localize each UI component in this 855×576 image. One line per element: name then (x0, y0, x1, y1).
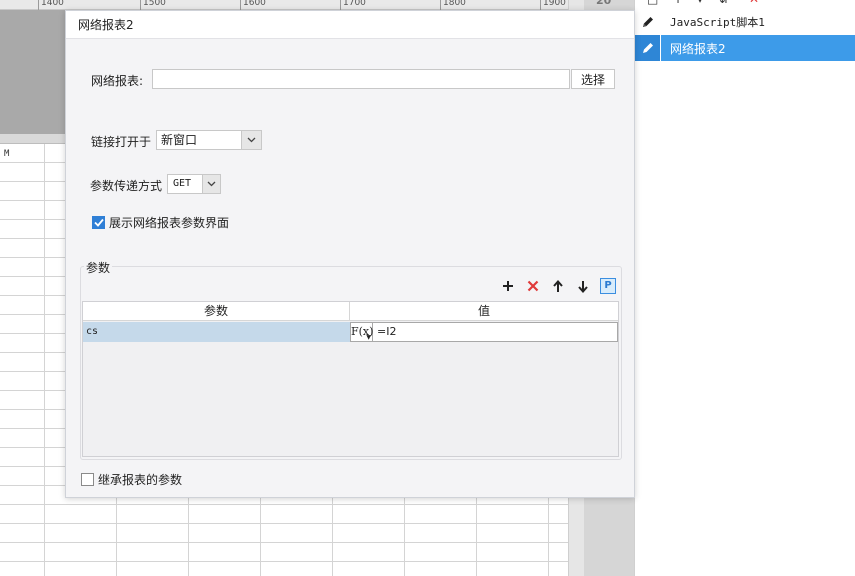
inherit-params-checkbox[interactable] (81, 473, 94, 486)
select-button[interactable]: 选择 (571, 69, 615, 89)
ruler-tick (540, 0, 541, 10)
open-in-select[interactable]: 新窗口 (156, 130, 262, 150)
move-down-icon[interactable] (575, 278, 591, 294)
delete-icon[interactable] (525, 278, 541, 294)
formula-button[interactable]: F(x) ▼ (350, 322, 373, 342)
param-name-cell[interactable]: cs (83, 322, 350, 342)
ruler-label: 1800 (443, 0, 466, 8)
method-label: 参数传递方式 (90, 179, 163, 193)
table-header-row: 参数 值 (83, 302, 618, 321)
add-icon[interactable]: + (673, 0, 683, 6)
chevron-down-icon (241, 131, 261, 149)
horizontal-ruler: 1400 1500 1600 1700 1800 1900 (0, 0, 568, 10)
add-icon[interactable] (500, 278, 516, 294)
open-in-value: 新窗口 (161, 133, 198, 147)
ruler-tick (240, 0, 241, 10)
report-path-input[interactable] (152, 69, 570, 89)
ruler-label: 1400 (41, 0, 64, 8)
pencil-icon (635, 35, 661, 61)
ruler-label: 1900 (543, 0, 566, 8)
list-item-javascript[interactable]: JavaScript脚本1 (635, 9, 855, 35)
column-m-label: M (4, 149, 10, 159)
show-param-ui-row[interactable]: 展示网络报表参数界面 (92, 214, 229, 231)
network-report-dialog: 网络报表2 网络报表: 选择 链接打开于 新窗口 参数传递方式 GET 展示网络… (65, 10, 635, 498)
inherit-params-label: 继承报表的参数 (98, 473, 183, 487)
panel-toolbar: □ + ▾ ⇵ ✕ (635, 0, 855, 6)
move-up-icon[interactable] (550, 278, 566, 294)
params-table: 参数 值 cs F(x) ▼ =I2 (82, 301, 619, 457)
open-in-label: 链接打开于 (91, 135, 152, 149)
method-value: GET (173, 178, 192, 189)
params-group-title: 参数 (84, 259, 113, 276)
pencil-icon (635, 9, 661, 35)
ruler-label: 1700 (343, 0, 366, 8)
sort-icon[interactable]: ⇵ (719, 0, 729, 6)
delete-icon[interactable]: ✕ (749, 0, 759, 6)
show-param-ui-label: 展示网络报表参数界面 (109, 216, 230, 230)
ruler-tick (38, 0, 39, 10)
column-header-name[interactable]: 参数 (83, 302, 350, 321)
report-label: 网络报表: (91, 74, 144, 88)
method-select[interactable]: GET (167, 174, 221, 194)
hyperlink-list-panel: □ + ▾ ⇵ ✕ JavaScript脚本1 网络报表2 (634, 0, 855, 576)
dialog-title: 网络报表2 (66, 11, 634, 39)
ruler-label: 1600 (243, 0, 266, 8)
chevron-down-icon (202, 175, 220, 193)
param-value-cell[interactable]: =I2 (373, 322, 618, 342)
ruler-tick (340, 0, 341, 10)
list-item-network-report[interactable]: 网络报表2 (635, 35, 855, 61)
show-param-ui-checkbox[interactable] (92, 216, 105, 229)
move-down-icon[interactable]: ▾ (697, 0, 703, 6)
side-number-label: 20 (596, 0, 612, 7)
list-item-label: 网络报表2 (670, 41, 726, 56)
ruler-tick (440, 0, 441, 10)
table-row[interactable]: cs F(x) ▼ =I2 (83, 322, 618, 342)
ruler-tick (140, 0, 141, 10)
caret-down-icon: ▼ (366, 334, 371, 341)
inherit-params-row[interactable]: 继承报表的参数 (81, 471, 182, 488)
new-icon[interactable]: □ (647, 0, 658, 6)
p-icon[interactable]: P (600, 278, 616, 294)
ruler-label: 1500 (143, 0, 166, 8)
list-item-label: JavaScript脚本1 (670, 16, 765, 29)
column-header-value[interactable]: 值 (350, 302, 618, 321)
